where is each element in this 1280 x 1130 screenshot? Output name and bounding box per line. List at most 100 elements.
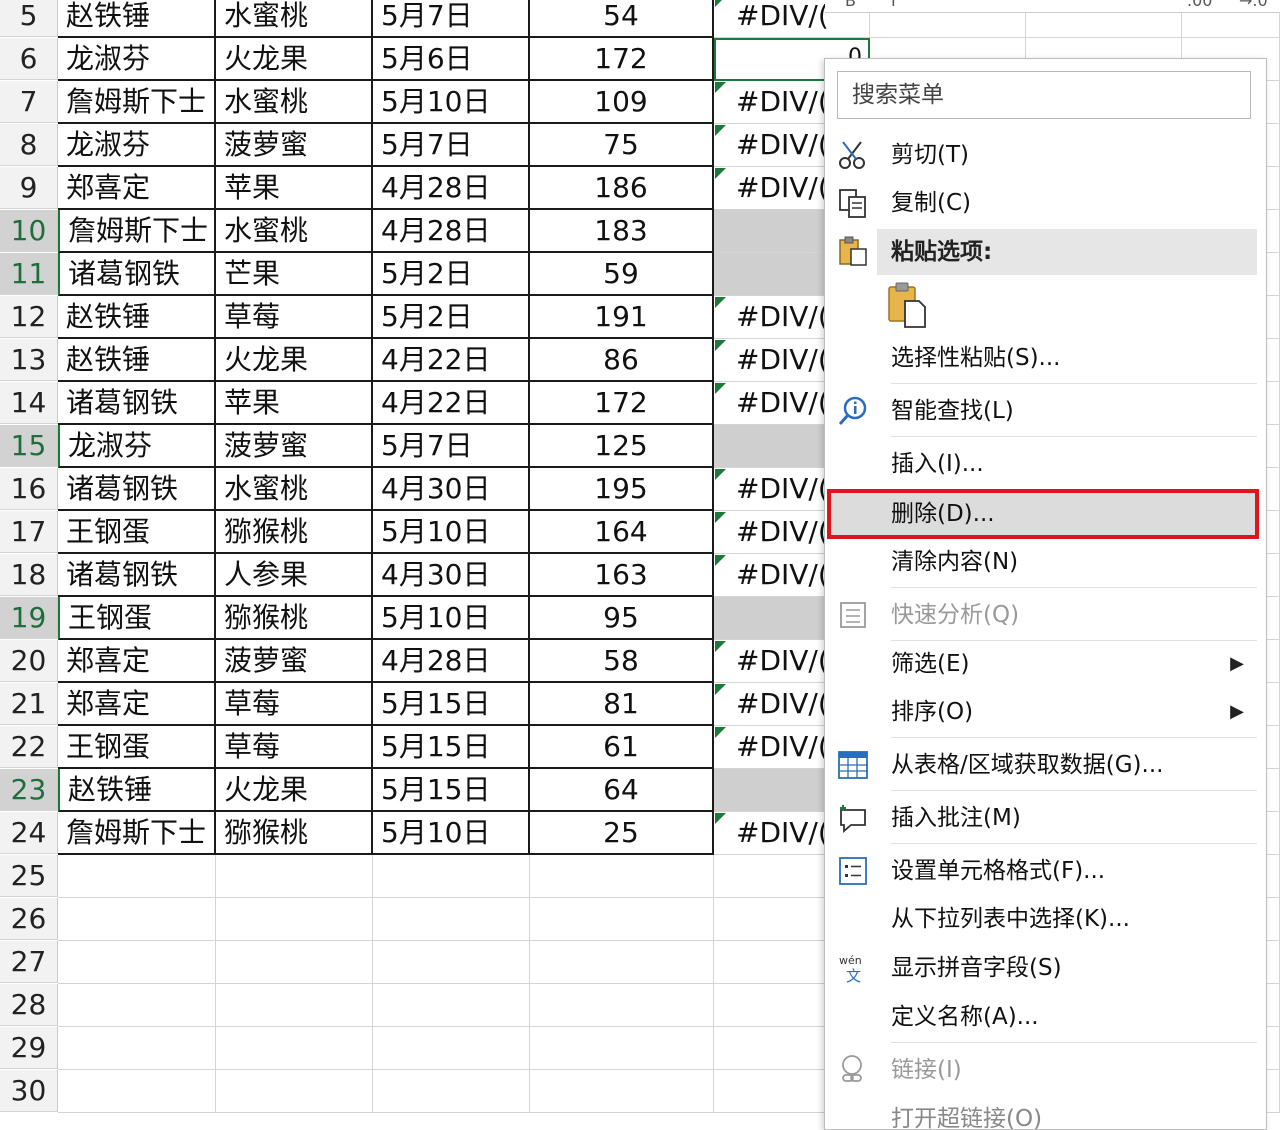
cell-quantity[interactable]: 81 (530, 683, 714, 726)
cell-empty[interactable] (373, 984, 530, 1027)
cell-empty[interactable] (530, 855, 714, 898)
cell-fruit[interactable]: 猕猴桃 (216, 812, 373, 855)
cell-quantity[interactable]: 59 (530, 253, 714, 296)
row-header[interactable]: 16 (0, 468, 58, 510)
cell-empty[interactable] (216, 855, 373, 898)
row-header[interactable]: 28 (0, 984, 58, 1026)
cell-quantity[interactable]: 163 (530, 554, 714, 597)
menu-item-copy[interactable]: 复制(C) (825, 179, 1266, 227)
cell-quantity[interactable]: 109 (530, 81, 714, 124)
menu-item-paste-special[interactable]: 选择性粘贴(S)... (825, 334, 1266, 382)
cell-date[interactable]: 5月15日 (373, 683, 530, 726)
row-header[interactable]: 11 (0, 253, 58, 295)
row-header[interactable]: 12 (0, 296, 58, 338)
cell-empty[interactable] (530, 898, 714, 941)
cell-empty[interactable] (216, 984, 373, 1027)
cell-quantity[interactable]: 172 (530, 38, 714, 81)
row-header[interactable]: 8 (0, 124, 58, 166)
cell-date[interactable]: 4月28日 (373, 210, 530, 253)
menu-item-sort[interactable]: 排序(O) ▶ (825, 688, 1266, 736)
cell-name[interactable]: 龙淑芬 (58, 124, 216, 167)
cell-fruit[interactable]: 水蜜桃 (216, 0, 373, 38)
cell-fruit[interactable]: 火龙果 (216, 38, 373, 81)
cell-quantity[interactable]: 186 (530, 167, 714, 210)
row-header[interactable]: 10 (0, 210, 58, 252)
cell-name[interactable]: 王钢蛋 (58, 597, 216, 640)
cell-name[interactable]: 詹姆斯下士 (58, 812, 216, 855)
cell-empty[interactable] (58, 984, 216, 1027)
cell-name[interactable]: 赵铁锤 (58, 339, 216, 382)
row-header[interactable]: 21 (0, 683, 58, 725)
row-header[interactable]: 20 (0, 640, 58, 682)
cell-empty[interactable] (373, 855, 530, 898)
cell-quantity[interactable]: 61 (530, 726, 714, 769)
cell-quantity[interactable]: 86 (530, 339, 714, 382)
cell-name[interactable]: 王钢蛋 (58, 511, 216, 554)
menu-item-phonetic[interactable]: wén 文 显示拼音字段(S) (825, 944, 1266, 992)
cell-quantity[interactable]: 64 (530, 769, 714, 812)
cell-quantity[interactable]: 95 (530, 597, 714, 640)
cell-date[interactable]: 4月30日 (373, 554, 530, 597)
row-header[interactable]: 30 (0, 1070, 58, 1112)
cell-name[interactable]: 赵铁锤 (58, 0, 216, 38)
row-header[interactable]: 29 (0, 1027, 58, 1069)
cell-name[interactable]: 诸葛钢铁 (58, 554, 216, 597)
cell-date[interactable]: 4月30日 (373, 468, 530, 511)
cell-date[interactable]: 5月10日 (373, 511, 530, 554)
cell-empty[interactable] (58, 1027, 216, 1070)
cell-fruit[interactable]: 人参果 (216, 554, 373, 597)
menu-item-get-data[interactable]: 从表格/区域获取数据(G)... (825, 741, 1266, 789)
row-header[interactable]: 15 (0, 425, 58, 467)
menu-item-delete[interactable]: 删除(D)... (825, 490, 1266, 538)
row-header[interactable]: 24 (0, 812, 58, 854)
paste-clipboard-icon[interactable] (883, 281, 931, 329)
row-header[interactable]: 27 (0, 941, 58, 983)
row-header[interactable]: 25 (0, 855, 58, 897)
cell-date[interactable]: 5月2日 (373, 296, 530, 339)
cell-quantity[interactable]: 54 (530, 0, 714, 38)
cell-date[interactable]: 5月15日 (373, 769, 530, 812)
cell-empty[interactable] (58, 855, 216, 898)
cell-name[interactable]: 诸葛钢铁 (58, 253, 216, 296)
row-header[interactable]: 18 (0, 554, 58, 596)
cell-empty[interactable] (530, 984, 714, 1027)
cell-fruit[interactable]: 菠萝蜜 (216, 425, 373, 468)
italic-button[interactable]: I (891, 0, 896, 10)
cell-fruit[interactable]: 猕猴桃 (216, 597, 373, 640)
row-header[interactable]: 26 (0, 898, 58, 940)
row-header[interactable]: 9 (0, 167, 58, 209)
cell-date[interactable]: 5月7日 (373, 425, 530, 468)
row-header[interactable]: 6 (0, 38, 58, 80)
cell-fruit[interactable]: 草莓 (216, 296, 373, 339)
row-header[interactable]: 22 (0, 726, 58, 768)
row-header[interactable]: 5 (0, 0, 58, 37)
cell-fruit[interactable]: 苹果 (216, 382, 373, 425)
menu-item-cut[interactable]: 剪切(T) (825, 131, 1266, 179)
cell-fruit[interactable]: 火龙果 (216, 769, 373, 812)
cell-fruit[interactable]: 草莓 (216, 683, 373, 726)
cell-date[interactable]: 5月7日 (373, 124, 530, 167)
cell-quantity[interactable]: 25 (530, 812, 714, 855)
cell-empty[interactable] (216, 1027, 373, 1070)
row-header[interactable]: 13 (0, 339, 58, 381)
cell-empty[interactable] (58, 1070, 216, 1113)
cell-empty[interactable] (216, 1070, 373, 1113)
cell-fruit[interactable]: 苹果 (216, 167, 373, 210)
cell-empty[interactable] (373, 941, 530, 984)
cell-date[interactable]: 5月10日 (373, 81, 530, 124)
cell-name[interactable]: 诸葛钢铁 (58, 382, 216, 425)
cell-name[interactable]: 赵铁锤 (58, 769, 216, 812)
cell-name[interactable]: 詹姆斯下士 (58, 210, 216, 253)
cell-empty[interactable] (530, 941, 714, 984)
cell-quantity[interactable]: 164 (530, 511, 714, 554)
cell-date[interactable]: 5月10日 (373, 812, 530, 855)
row-header[interactable]: 17 (0, 511, 58, 553)
cell-fruit[interactable]: 水蜜桃 (216, 81, 373, 124)
cell-empty[interactable] (530, 1027, 714, 1070)
cell-empty[interactable] (58, 941, 216, 984)
cell-name[interactable]: 詹姆斯下士 (58, 81, 216, 124)
row-header[interactable]: 23 (0, 769, 58, 811)
cell-quantity[interactable]: 58 (530, 640, 714, 683)
cell-quantity[interactable]: 195 (530, 468, 714, 511)
cell-name[interactable]: 郑喜定 (58, 640, 216, 683)
